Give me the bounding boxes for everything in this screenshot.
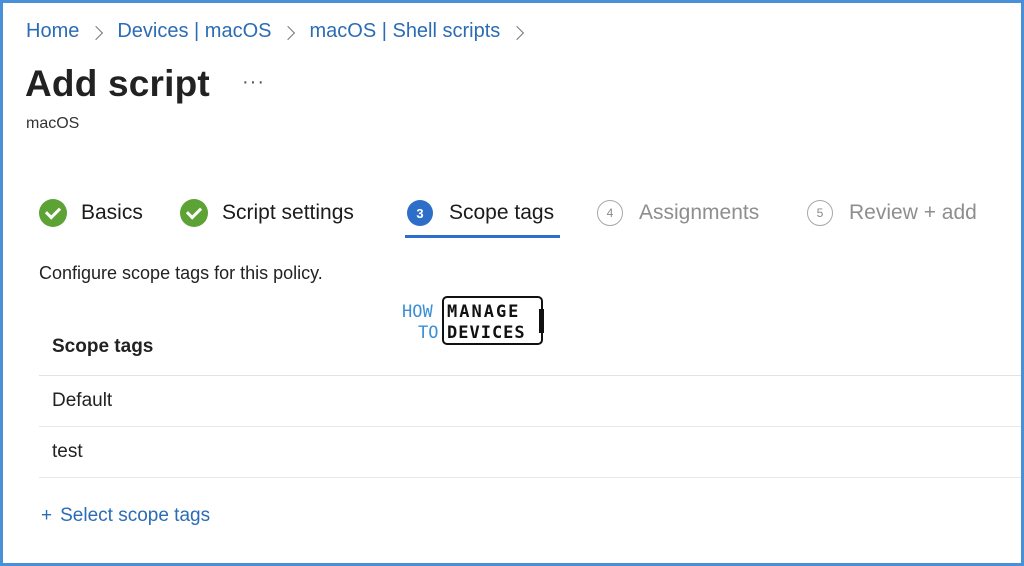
logo-text: DEVICES [447,323,526,343]
page-subtitle: macOS [26,115,80,132]
step-label: Scope tags [449,201,555,224]
chevron-right-icon [89,25,104,40]
step-review-add[interactable]: 5 Review + add [807,193,977,233]
how-to-manage-devices-logo: HOW TO MANAGE DEVICES [402,296,544,345]
active-step-indicator [405,235,560,238]
step-script-settings[interactable]: Script settings [180,193,354,233]
step-number-badge: 4 [597,200,623,226]
step-label: Assignments [639,201,760,224]
step-number-badge: 5 [807,200,833,226]
step-assignments[interactable]: 4 Assignments [597,193,759,233]
select-scope-tags-link[interactable]: + Select scope tags [41,505,210,527]
step-label: Review + add [849,201,977,224]
chevron-right-icon [281,25,296,40]
breadcrumb-devices-macos-link[interactable]: Devices | macOS [117,20,271,43]
scope-tag-name: test [52,441,83,462]
step-label: Script settings [222,201,354,224]
select-scope-tags-label: Select scope tags [60,505,211,526]
section-description: Configure scope tags for this policy. [39,263,323,283]
breadcrumb-home-link[interactable]: Home [26,20,79,43]
step-basics[interactable]: Basics [39,193,143,233]
step-number-badge: 3 [407,200,433,226]
breadcrumb-shell-scripts-link[interactable]: macOS | Shell scripts [309,20,500,43]
table-row: test [39,427,1021,478]
logo-text: TO [418,323,438,343]
check-circle-icon [180,199,208,227]
page-title: Add script [25,63,210,104]
logo-text: MANAGE [447,302,520,322]
app-frame: Home Devices | macOS macOS | Shell scrip… [0,0,1024,566]
breadcrumb: Home Devices | macOS macOS | Shell scrip… [26,20,538,43]
plus-icon: + [41,505,53,526]
step-scope-tags[interactable]: 3 Scope tags [407,193,554,233]
logo-text: HOW [402,302,433,322]
scope-tag-name: Default [52,390,113,411]
wizard-steps: Basics Script settings 3 Scope tags 4 As… [3,193,1021,243]
chevron-right-icon [510,25,525,40]
table-row: Default [39,376,1021,427]
check-circle-icon [39,199,67,227]
step-label: Basics [81,201,143,224]
more-options-button[interactable]: ··· [242,71,265,94]
